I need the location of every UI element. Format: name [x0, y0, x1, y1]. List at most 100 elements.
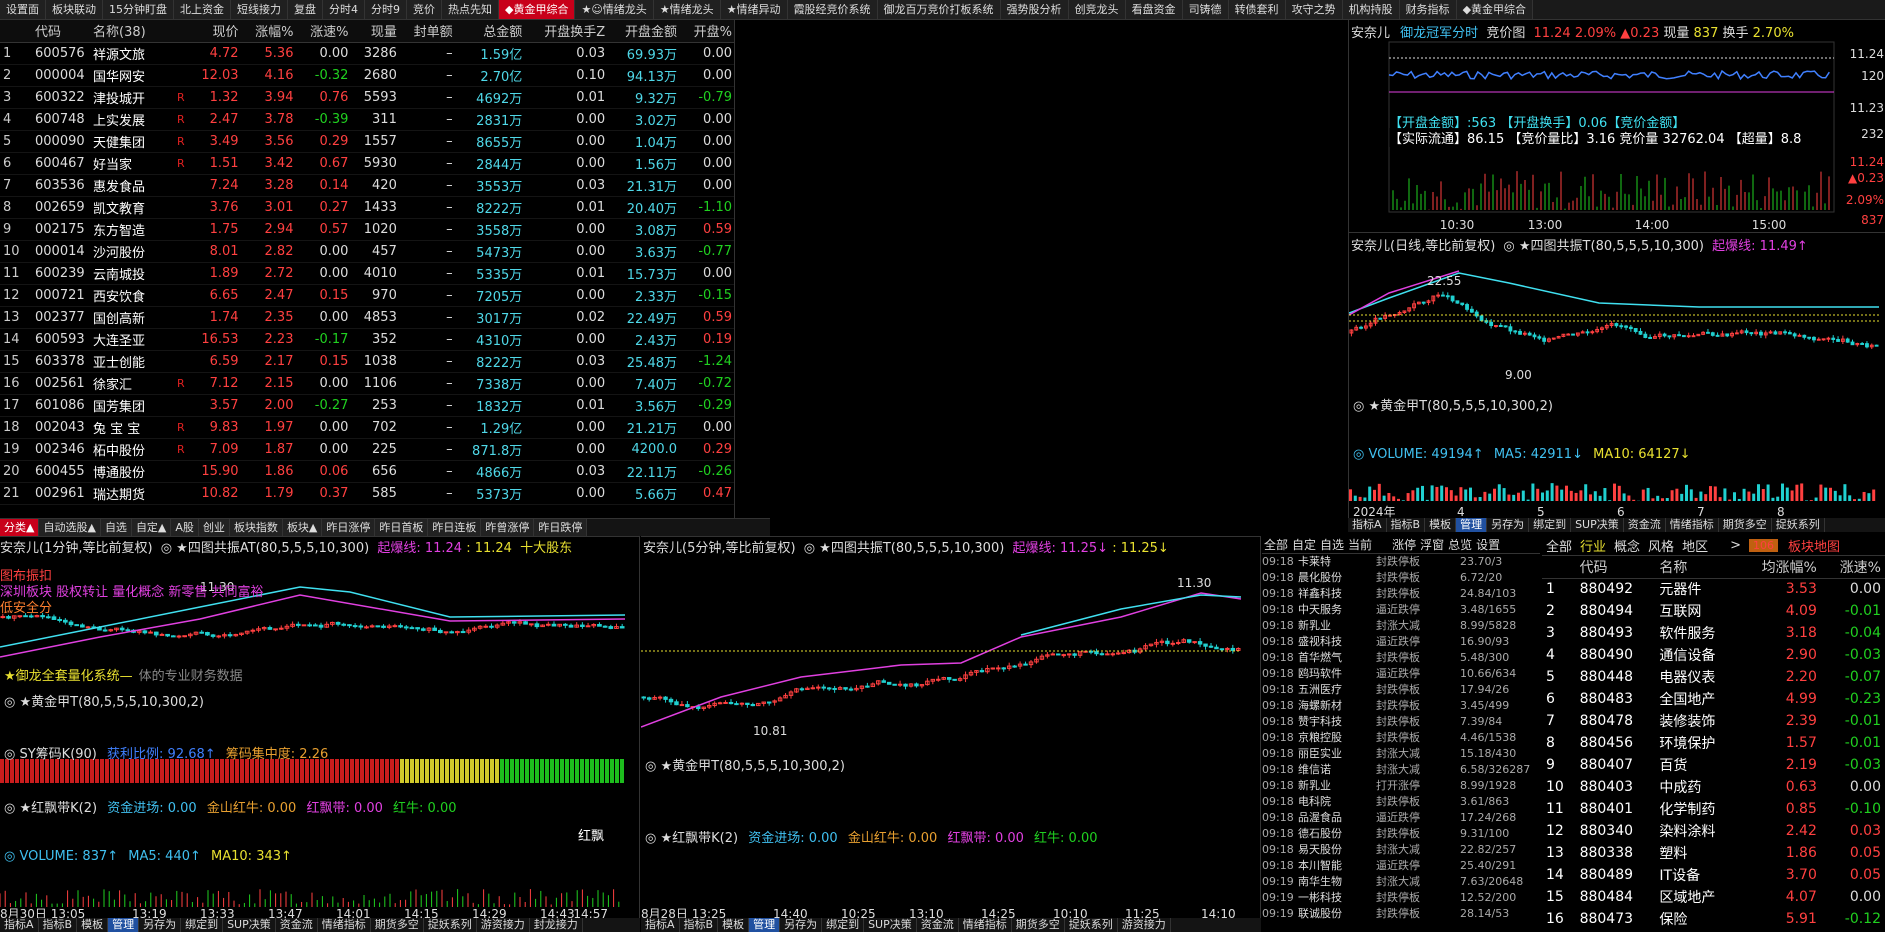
- nav-tab[interactable]: 攻守之势: [1285, 0, 1343, 19]
- indicator-tab[interactable]: 捉妖系列: [1065, 918, 1118, 932]
- ticker-row[interactable]: 09:18 卡莱特 封跌停板 23.70/3: [1262, 554, 1540, 570]
- chart5m-sub1[interactable]: ◎ ★黄金甲T(80,5,5,5,10,300,2): [645, 755, 845, 774]
- sector-row[interactable]: 14 880489 IT设备 3.70 0.05: [1542, 864, 1885, 886]
- indicator-tab[interactable]: 绑定到: [181, 918, 224, 932]
- daily-sub1[interactable]: ◎ ★黄金甲T(80,5,5,5,10,300,2): [1353, 395, 1553, 414]
- sector-col-header[interactable]: [1542, 556, 1576, 579]
- indicator-tab[interactable]: 绑定到: [1529, 518, 1572, 532]
- indicator-tab[interactable]: 指标A: [0, 918, 39, 932]
- nav-tab[interactable]: 机构持股: [1342, 0, 1400, 19]
- ticker-row[interactable]: 09:18 新乳业 封涨大减 8.99/5828: [1262, 618, 1540, 634]
- chart1m-redband[interactable]: ◎ ★红飘带K(2): [4, 801, 97, 816]
- table-row[interactable]: 11 600239 云南城投 1.89 2.72 0.00 4010–5335万 0.01 15…: [0, 262, 734, 285]
- table-row[interactable]: 17 601086 国芳集团 3.57 2.00 -0.27 253–1832万 0.01 3.…: [0, 394, 734, 417]
- table-row[interactable]: 10 000014 沙河股份 8.01 2.82 0.00 457–5473万 0.00 3.6…: [0, 240, 734, 263]
- ticker-row[interactable]: 09:18 易天股份 封涨大减 22.82/257: [1262, 842, 1540, 858]
- indicator-tab[interactable]: 模板: [1425, 518, 1457, 532]
- indicator-tab[interactable]: 期货多空: [371, 918, 424, 932]
- col-header[interactable]: 开盘换手Z: [525, 20, 609, 43]
- col-header[interactable]: 现价: [188, 20, 242, 43]
- col-header[interactable]: 总金额: [455, 20, 526, 43]
- table-row[interactable]: 12 000721 西安饮食 6.65 2.47 0.15 970–7205万 0.00 2.3…: [0, 284, 734, 307]
- indicator-tab[interactable]: SUP决策: [1571, 518, 1624, 532]
- indicator-tab[interactable]: 期货多空: [1012, 918, 1065, 932]
- nav-tab[interactable]: 财务指标: [1399, 0, 1457, 19]
- ticker-row[interactable]: 09:18 祥鑫科技 封跌停板 24.84/103: [1262, 586, 1540, 602]
- table-row[interactable]: 19 002346 柘中股份 R 7.09 1.87 0.00 225–871.8万 0.00 4…: [0, 438, 734, 461]
- table-row[interactable]: 8 002659 凯文教育 3.76 3.01 0.27 1433–8222万 0.01 20.…: [0, 196, 734, 219]
- col-header[interactable]: 名称(38): [90, 20, 174, 43]
- sector-row[interactable]: 9 880407 百货 2.19 -0.03: [1542, 754, 1885, 776]
- nav-tab[interactable]: 分时4: [323, 0, 365, 19]
- sector-row[interactable]: 6 880483 全国地产 4.99 -0.23: [1542, 688, 1885, 710]
- ticker-row[interactable]: 09:18 电科院 封跌停板 3.61/863: [1262, 794, 1540, 810]
- sector-row[interactable]: 4 880490 通信设备 2.90 -0.03: [1542, 644, 1885, 666]
- nav-tab[interactable]: 复盘: [288, 0, 323, 19]
- table-row[interactable]: 9 002175 东方智造 1.75 2.94 0.57 1020–3558万 0.00 3.0…: [0, 218, 734, 241]
- block-tab[interactable]: 分类▲: [0, 519, 40, 536]
- nav-tab[interactable]: 北上资金: [174, 0, 231, 19]
- sector-row[interactable]: 2 880494 互联网 4.09 -0.01: [1542, 600, 1885, 622]
- block-tab[interactable]: 昨日涨停: [322, 519, 376, 536]
- nav-tab[interactable]: 创竞龙头: [1068, 0, 1126, 19]
- indicator-tab[interactable]: 捉妖系列: [1772, 518, 1825, 532]
- nav-tab[interactable]: 转债套利: [1228, 0, 1286, 19]
- nav-tab[interactable]: 看盘资金: [1125, 0, 1183, 19]
- nav-tab[interactable]: ★☺情绪龙头: [575, 0, 654, 19]
- table-row[interactable]: 3 600322 津投城开 R 1.32 3.94 0.76 5593–4692万 0.01 9.…: [0, 86, 734, 109]
- ticker-row[interactable]: 09:18 品渥食品 逼近跌停 17.24/268: [1262, 810, 1540, 826]
- indicator-tab[interactable]: 指标B: [680, 918, 719, 932]
- indicator-tab[interactable]: 游资接力: [1118, 918, 1171, 932]
- ticker-row[interactable]: 09:19 一彬科技 封跌停板 12.52/200: [1262, 890, 1540, 906]
- nav-tab[interactable]: 板块联动: [46, 0, 103, 19]
- nav-tab[interactable]: ★情绪异动: [720, 0, 788, 19]
- table-row[interactable]: 14 600593 大连圣亚 16.53 2.23 -0.17 352–4310万 0.00 2…: [0, 328, 734, 351]
- sector-tab[interactable]: 风格: [1644, 536, 1678, 555]
- indicator-tab[interactable]: 绑定到: [822, 918, 865, 932]
- sector-col-header[interactable]: 代码: [1575, 556, 1656, 579]
- ticker-row[interactable]: 09:18 赞宇科技 封跌停板 7.39/84: [1262, 714, 1540, 730]
- ticker-row[interactable]: 09:18 晨化股份 封跌停板 6.72/20: [1262, 570, 1540, 586]
- indicator-tab[interactable]: 资金流: [917, 918, 959, 932]
- indicator-tab[interactable]: 模板: [718, 918, 750, 932]
- indicator-tab[interactable]: 期货多空: [1719, 518, 1772, 532]
- ticker-row[interactable]: 09:18 新乳业 打开涨停 8.99/1928: [1262, 778, 1540, 794]
- sector-map-link[interactable]: 板块地图: [1788, 536, 1840, 555]
- indicator-tab[interactable]: 另存为: [139, 918, 182, 932]
- block-tab[interactable]: 昨日跌停: [534, 519, 588, 536]
- sector-row[interactable]: 3 880493 软件服务 3.18 -0.04: [1542, 622, 1885, 644]
- col-header[interactable]: 涨速%: [296, 20, 352, 43]
- table-row[interactable]: 18 002043 兔 宝 宝 R 9.83 1.97 0.00 702–1.29亿 0.00 2…: [0, 416, 734, 439]
- ticker-tab[interactable]: 总览: [1446, 536, 1474, 553]
- indicator-tab[interactable]: 指标B: [1387, 518, 1426, 532]
- ticker-row[interactable]: 09:18 中天服务 逼近跌停 3.48/1655: [1262, 602, 1540, 618]
- indicator-tab[interactable]: 资金流: [276, 918, 318, 932]
- sector-tab[interactable]: 概念: [1610, 536, 1644, 555]
- indicator-tab[interactable]: SUP决策: [223, 918, 276, 932]
- sector-row[interactable]: 12 880340 染料涂料 2.42 0.03: [1542, 820, 1885, 842]
- table-row[interactable]: 2 000004 国华网安 12.03 4.16 -0.32 2680–2.70亿 0.10 9…: [0, 64, 734, 87]
- indicator-tab[interactable]: 指标B: [39, 918, 78, 932]
- nav-tab[interactable]: 御龙百万竞价打板系统: [877, 0, 1001, 19]
- sector-col-header[interactable]: 均涨幅%: [1738, 556, 1821, 579]
- nav-tab[interactable]: ◆黄金甲综合: [499, 0, 576, 19]
- indicator-tab[interactable]: 管理: [108, 918, 140, 932]
- block-tab[interactable]: 自选: [100, 519, 132, 536]
- block-tab[interactable]: 创业: [198, 519, 230, 536]
- ticker-row[interactable]: 09:18 德石股份 封跌停板 9.31/100: [1262, 826, 1540, 842]
- chart1m-chip[interactable]: ◎ SY筹码K(90): [4, 747, 97, 762]
- nav-tab[interactable]: 分时9: [365, 0, 407, 19]
- ticker-row[interactable]: 09:18 盛视科技 逼近跌停 16.90/93: [1262, 634, 1540, 650]
- table-row[interactable]: 16 002561 徐家汇 R 7.12 2.15 0.00 1106–7338万 0.00 7.…: [0, 372, 734, 395]
- ticker-row[interactable]: 09:18 海螺新材 封跌停板 3.45/499: [1262, 698, 1540, 714]
- sector-row[interactable]: 5 880448 电器仪表 2.20 -0.07: [1542, 666, 1885, 688]
- block-tab[interactable]: 昨曾涨停: [481, 519, 535, 536]
- indicator-tab[interactable]: 另存为: [1487, 518, 1530, 532]
- block-tab[interactable]: 自动选股▲: [39, 519, 101, 536]
- table-row[interactable]: 5 000090 天健集团 R 3.49 3.56 0.29 1557–8655万 0.00 1.…: [0, 130, 734, 153]
- nav-tab[interactable]: 热点先知: [442, 0, 499, 19]
- indicator-tab[interactable]: 另存为: [780, 918, 823, 932]
- sector-arrow-icon[interactable]: >: [1730, 538, 1741, 553]
- sector-row[interactable]: 13 880338 塑料 1.86 0.05: [1542, 842, 1885, 864]
- table-row[interactable]: 20 600455 博通股份 15.90 1.86 0.06 656–4866万 0.03 22…: [0, 460, 734, 483]
